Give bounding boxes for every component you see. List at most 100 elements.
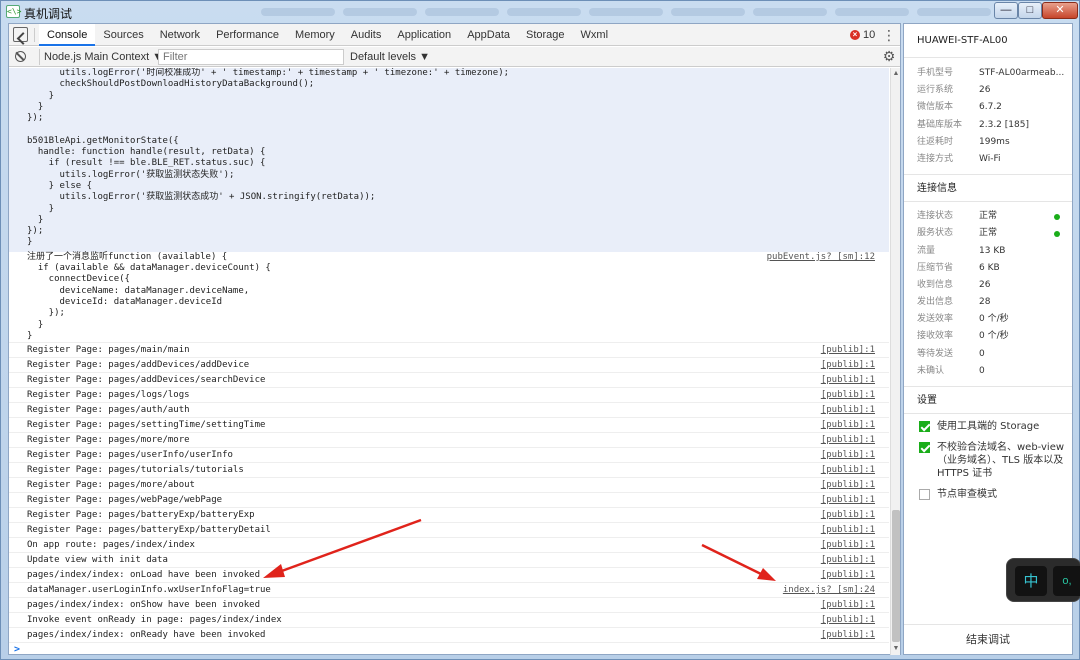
checkbox-checked-icon[interactable] xyxy=(919,421,930,432)
conn-row: 服务状态 正常 xyxy=(904,225,1072,242)
source-link[interactable]: [publib]:1 xyxy=(821,448,875,463)
checkbox-checked-icon[interactable] xyxy=(919,442,930,453)
tab-memory[interactable]: Memory xyxy=(287,24,343,46)
source-link[interactable]: [publib]:1 xyxy=(821,523,875,538)
source-link[interactable]: [publib]:1 xyxy=(821,358,875,373)
conn-label: 压缩节省 xyxy=(917,262,954,273)
log-text: Register Page: pages/userInfo/userInfo xyxy=(27,450,233,461)
ime-punctuation-key[interactable]: o, xyxy=(1053,566,1080,596)
tab-console[interactable]: Console xyxy=(39,24,96,46)
log-text: Register Page: pages/webPage/webPage xyxy=(27,495,223,506)
context-selector[interactable]: Node.js Main Context ▼ xyxy=(39,49,163,65)
info-row: 连接方式 Wi-Fi xyxy=(904,151,1072,168)
conn-value: 0 xyxy=(979,348,985,359)
conn-row: 接收效率 0 个/秒 xyxy=(904,328,1072,345)
console-toolbar: Node.js Main Context ▼ Default levels ▼ … xyxy=(9,47,900,67)
info-value: STF-AL00armeab... xyxy=(979,68,1065,78)
conn-label: 发送效率 xyxy=(917,314,954,325)
info-row: 微信版本 6.7.2 xyxy=(904,99,1072,116)
conn-value: 6 KB xyxy=(979,262,1000,273)
status-ok-dot-icon xyxy=(1054,214,1060,221)
source-link[interactable]: pubEvent.js? [sm]:12 xyxy=(767,252,875,263)
log-text: dataManager.userLoginInfo.wxUserInfoFlag… xyxy=(27,585,271,596)
connection-info-list: 连接状态 正常 服务状态 正常 流量 13 KB 压缩节省 6 KB 收到信息 26 发出信息 28 发… xyxy=(904,208,1072,380)
tab-audits[interactable]: Audits xyxy=(343,24,390,46)
conn-value: 28 xyxy=(979,297,991,308)
log-text: pages/index/index: onReady have been inv… xyxy=(27,630,266,641)
inspect-element-icon[interactable] xyxy=(13,27,28,42)
source-link[interactable]: [publib]:1 xyxy=(821,613,875,628)
ime-toolbar[interactable]: 中 o, xyxy=(1006,558,1080,602)
settings-gear-icon[interactable]: ⚙ xyxy=(882,48,896,65)
source-link[interactable]: [publib]:1 xyxy=(821,403,875,418)
source-link[interactable]: [publib]:1 xyxy=(821,553,875,568)
source-link[interactable]: [publib]:1 xyxy=(821,628,875,643)
setting-label: 不校验合法域名、web-view（业务域名）、TLS 版本以及 HTTPS 证书 xyxy=(937,442,1065,479)
source-link[interactable]: [publib]:1 xyxy=(821,493,875,508)
scroll-up-arrow-icon[interactable]: ▲ xyxy=(892,70,900,78)
code-block-text: utils.logError('时间校准成功' + ' timestamp:' … xyxy=(27,68,510,248)
setting-checkbox-row[interactable]: 不校验合法域名、web-view（业务域名）、TLS 版本以及 HTTPS 证书 xyxy=(904,441,1072,480)
tab-application[interactable]: Application xyxy=(389,24,459,46)
close-button[interactable]: ✕ xyxy=(1042,2,1078,19)
info-label: 运行系统 xyxy=(917,85,954,96)
log-text: Update view with init data xyxy=(27,555,168,566)
source-link[interactable]: [publib]:1 xyxy=(821,463,875,478)
conn-value: 0 个/秒 xyxy=(979,314,1009,325)
tab-sources[interactable]: Sources xyxy=(95,24,151,46)
console-scrollbar[interactable]: ▲ ▼ xyxy=(890,68,900,655)
tab-appdata[interactable]: AppData xyxy=(459,24,518,46)
source-link[interactable]: [publib]:1 xyxy=(821,568,875,583)
setting-checkbox-row[interactable]: 节点审查模式 xyxy=(904,488,1072,501)
listener-message: 注册了一个消息监听function (available) { if (avai… xyxy=(9,252,889,344)
log-row: Register Page: pages/webPage/webPage [pub… xyxy=(9,493,889,509)
source-link[interactable]: [publib]:1 xyxy=(821,418,875,433)
info-value: 199ms xyxy=(979,136,1010,147)
source-link[interactable]: index.js? [sm]:24 xyxy=(783,583,875,598)
ime-mode-key[interactable]: 中 xyxy=(1015,566,1047,596)
source-link[interactable]: [publib]:1 xyxy=(821,598,875,613)
log-levels-dropdown[interactable]: Default levels ▼ xyxy=(350,49,430,65)
tab-wxml[interactable]: Wxml xyxy=(573,24,617,46)
tab-performance[interactable]: Performance xyxy=(208,24,287,46)
devtools-pane: Console Sources Network Performance Memory Au… xyxy=(8,23,901,655)
log-row: pages/index/index: onShow have been invo… xyxy=(9,598,889,614)
tab-separator xyxy=(34,28,35,42)
source-link[interactable]: [publib]:1 xyxy=(821,478,875,493)
source-link[interactable]: [publib]:1 xyxy=(821,538,875,553)
source-link[interactable]: [publib]:1 xyxy=(821,373,875,388)
minimize-button[interactable]: — xyxy=(994,2,1018,19)
connection-section-title: 连接信息 xyxy=(904,174,1072,203)
end-debug-button[interactable]: 结束调试 xyxy=(904,624,1072,654)
error-count-badge[interactable]: × 10 xyxy=(850,29,875,41)
blurred-background-tabs xyxy=(261,8,991,18)
conn-row: 等待发送 0 xyxy=(904,346,1072,363)
checkbox-unchecked-icon[interactable] xyxy=(919,489,930,500)
source-link[interactable]: [publib]:1 xyxy=(821,433,875,448)
source-link[interactable]: [publib]:1 xyxy=(821,343,875,358)
log-text: Register Page: pages/more/about xyxy=(27,480,195,491)
info-row: 基础库版本 2.3.2 [185] xyxy=(904,117,1072,134)
conn-row: 未确认 0 xyxy=(904,363,1072,380)
source-link[interactable]: [publib]:1 xyxy=(821,388,875,403)
info-label: 手机型号 xyxy=(917,68,954,78)
conn-value: 0 个/秒 xyxy=(979,331,1009,342)
more-options-icon[interactable]: ⋮ xyxy=(882,27,896,43)
scroll-down-arrow-icon[interactable]: ▼ xyxy=(892,645,900,653)
title-bar[interactable]: <\> 真机调试 — □ ✕ xyxy=(1,1,1079,23)
filter-input[interactable] xyxy=(158,49,344,65)
log-text: Invoke event onReady in page: pages/inde… xyxy=(27,615,282,626)
log-row: Register Page: pages/main/main [publib]:1 xyxy=(9,343,889,359)
source-link[interactable]: [publib]:1 xyxy=(821,508,875,523)
clear-console-icon[interactable] xyxy=(15,51,26,62)
maximize-button[interactable]: □ xyxy=(1018,2,1042,19)
setting-checkbox-row[interactable]: 使用工具端的 Storage xyxy=(904,420,1072,433)
tab-network[interactable]: Network xyxy=(152,24,208,46)
log-row: dataManager.userLoginInfo.wxUserInfoFlag… xyxy=(9,583,889,599)
console-output: utils.logError('时间校准成功' + ' timestamp:' … xyxy=(9,68,889,655)
tab-storage[interactable]: Storage xyxy=(518,24,573,46)
scrollbar-thumb[interactable] xyxy=(892,510,900,642)
conn-value: 0 xyxy=(979,365,985,376)
log-text: pages/index/index: onShow have been invo… xyxy=(27,600,260,611)
console-prompt[interactable]: > xyxy=(9,643,889,655)
